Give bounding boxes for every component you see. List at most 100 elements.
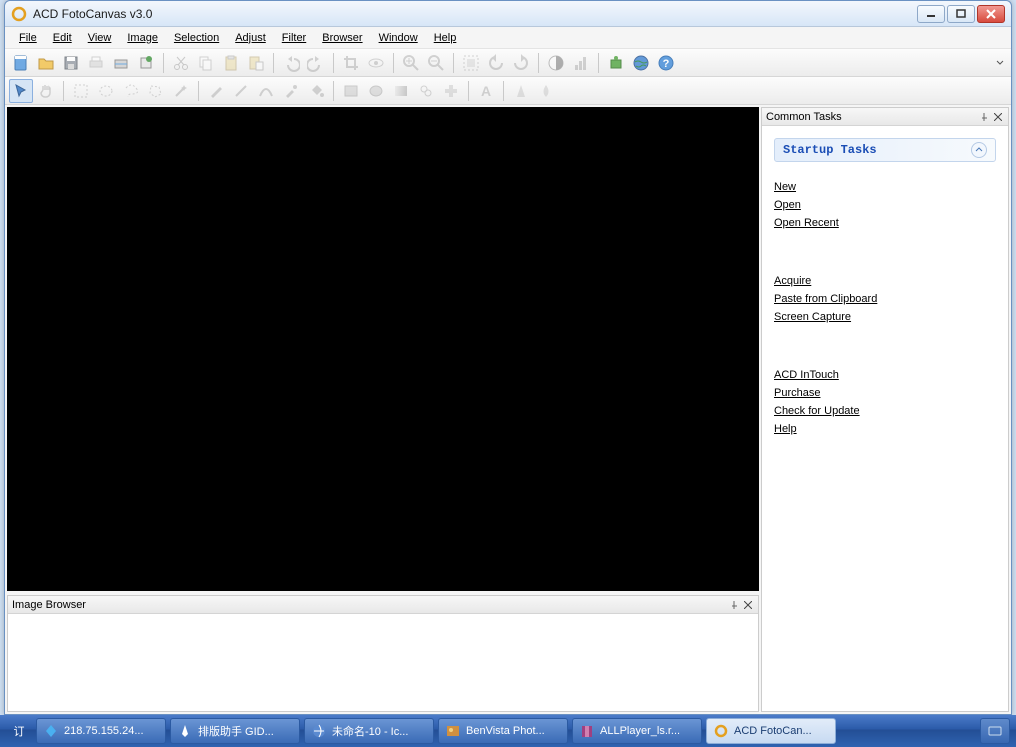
pin-icon[interactable] (728, 599, 740, 611)
task-link-acquire[interactable]: Acquire (774, 272, 996, 290)
task-link-help[interactable]: Help (774, 420, 996, 438)
text-icon[interactable]: A (474, 79, 498, 103)
app-icon (11, 6, 27, 22)
sharpen-icon[interactable] (509, 79, 533, 103)
brush-icon[interactable] (204, 79, 228, 103)
open-folder-icon[interactable] (34, 51, 58, 75)
lasso-icon[interactable] (119, 79, 143, 103)
menu-filter[interactable]: Filter (274, 30, 314, 46)
zoom-in-icon[interactable] (399, 51, 423, 75)
print-icon[interactable] (84, 51, 108, 75)
menu-window[interactable]: Window (371, 30, 426, 46)
svg-text:?: ? (663, 58, 670, 70)
task-link-open-recent[interactable]: Open Recent (774, 214, 996, 232)
taskbar-item[interactable]: ALLPlayer_ls.r... (572, 718, 702, 744)
main-toolbar: ? (5, 49, 1011, 77)
contrast-icon[interactable] (544, 51, 568, 75)
menu-file[interactable]: File (11, 30, 45, 46)
web-icon[interactable] (629, 51, 653, 75)
fit-icon[interactable] (459, 51, 483, 75)
hand-tool-icon[interactable] (34, 79, 58, 103)
collapse-icon[interactable] (971, 142, 987, 158)
scanner-icon[interactable] (109, 51, 133, 75)
menu-adjust[interactable]: Adjust (227, 30, 274, 46)
system-tray[interactable] (980, 718, 1010, 744)
menu-view[interactable]: View (80, 30, 120, 46)
taskbar-item[interactable]: 218.75.155.24... (36, 718, 166, 744)
rect-select-icon[interactable] (69, 79, 93, 103)
new-file-icon[interactable] (9, 51, 33, 75)
heal-icon[interactable] (439, 79, 463, 103)
acquire-icon[interactable] (134, 51, 158, 75)
dropper-icon[interactable] (279, 79, 303, 103)
panel-close-icon[interactable] (992, 111, 1004, 123)
task-link-purchase[interactable]: Purchase (774, 384, 996, 402)
maximize-button[interactable] (947, 5, 975, 23)
blur-icon[interactable] (534, 79, 558, 103)
minimize-button[interactable] (917, 5, 945, 23)
ellipse-select-icon[interactable] (94, 79, 118, 103)
save-icon[interactable] (59, 51, 83, 75)
undo-icon[interactable] (279, 51, 303, 75)
redo-icon[interactable] (304, 51, 328, 75)
tools-toolbar: A (5, 77, 1011, 105)
task-link-new[interactable]: New (774, 178, 996, 196)
clone-icon[interactable] (414, 79, 438, 103)
menu-browser[interactable]: Browser (314, 30, 370, 46)
bucket-icon[interactable] (304, 79, 328, 103)
ellipse-shape-icon[interactable] (364, 79, 388, 103)
redeye-icon[interactable] (364, 51, 388, 75)
levels-icon[interactable] (569, 51, 593, 75)
task-link-open[interactable]: Open (774, 196, 996, 214)
gradient-icon[interactable] (389, 79, 413, 103)
panel-close-icon[interactable] (742, 599, 754, 611)
wand-icon[interactable] (169, 79, 193, 103)
task-link-update[interactable]: Check for Update (774, 402, 996, 420)
app-icon (713, 723, 729, 739)
crop-icon[interactable] (339, 51, 363, 75)
menu-help[interactable]: Help (426, 30, 465, 46)
toolbar-overflow-icon[interactable] (993, 51, 1007, 75)
paste-new-icon[interactable] (244, 51, 268, 75)
image-browser-body[interactable] (8, 614, 758, 711)
taskbar: 订 218.75.155.24... 排版助手 GID... 未命名-10 - … (0, 715, 1016, 747)
curve-icon[interactable] (254, 79, 278, 103)
paste-icon[interactable] (219, 51, 243, 75)
photo-icon (445, 723, 461, 739)
taskbar-item[interactable]: 未命名-10 - Ic... (304, 718, 434, 744)
pointer-tool-icon[interactable] (9, 79, 33, 103)
pin-icon[interactable] (978, 111, 990, 123)
pen-icon (177, 723, 193, 739)
app-icon (43, 723, 59, 739)
titlebar: ACD FotoCanvas v3.0 (5, 1, 1011, 27)
close-button[interactable] (977, 5, 1005, 23)
menu-selection[interactable]: Selection (166, 30, 227, 46)
zoom-out-icon[interactable] (424, 51, 448, 75)
archive-icon (579, 723, 595, 739)
common-tasks-panel: Common Tasks Startup Tasks New Open Open… (761, 107, 1009, 712)
task-link-screen-capture[interactable]: Screen Capture (774, 308, 996, 326)
menu-image[interactable]: Image (119, 30, 166, 46)
rotate-right-icon[interactable] (509, 51, 533, 75)
startup-tasks-header[interactable]: Startup Tasks (774, 138, 996, 162)
task-link-intouch[interactable]: ACD InTouch (774, 366, 996, 384)
menubar: File Edit View Image Selection Adjust Fi… (5, 27, 1011, 49)
task-link-paste-clipboard[interactable]: Paste from Clipboard (774, 290, 996, 308)
taskbar-item[interactable]: BenVista Phot... (438, 718, 568, 744)
menu-edit[interactable]: Edit (45, 30, 80, 46)
common-tasks-title: Common Tasks (766, 111, 842, 123)
copy-icon[interactable] (194, 51, 218, 75)
window-title: ACD FotoCanvas v3.0 (33, 7, 917, 21)
cut-icon[interactable] (169, 51, 193, 75)
canvas[interactable] (7, 107, 759, 591)
taskbar-item[interactable]: 排版助手 GID... (170, 718, 300, 744)
help-icon[interactable]: ? (654, 51, 678, 75)
taskbar-item-active[interactable]: ACD FotoCan... (706, 718, 836, 744)
plugin-icon[interactable] (604, 51, 628, 75)
rect-shape-icon[interactable] (339, 79, 363, 103)
line-icon[interactable] (229, 79, 253, 103)
poly-lasso-icon[interactable] (144, 79, 168, 103)
taskbar-text: 订 (6, 718, 32, 744)
globe-icon (311, 723, 327, 739)
rotate-left-icon[interactable] (484, 51, 508, 75)
